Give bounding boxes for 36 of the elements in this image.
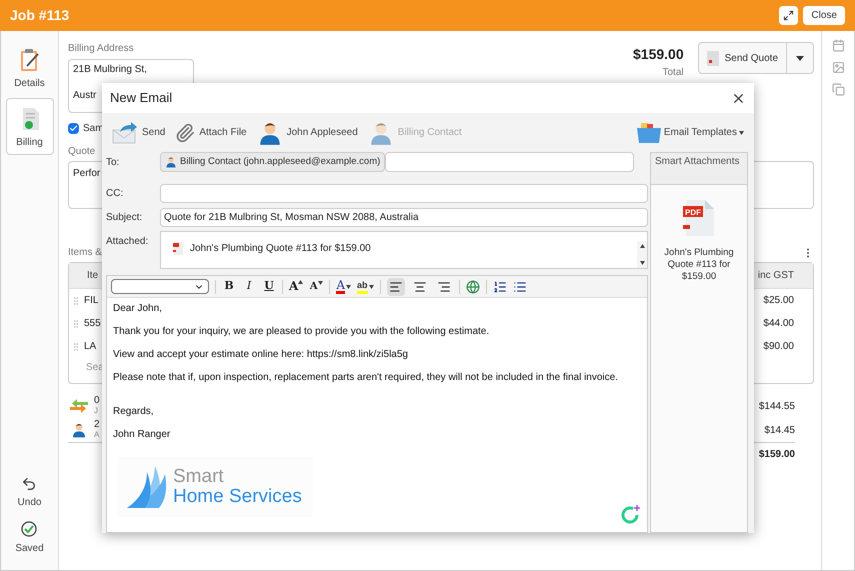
pdf-file-icon: PDF: [683, 199, 715, 237]
total-amount: $159.00: [633, 45, 684, 64]
total-caption: Total: [662, 66, 684, 80]
message-paragraph: Dear John,: [113, 302, 162, 316]
field-label: Quote: [68, 145, 96, 159]
field-label: To:: [106, 156, 120, 170]
summary-text: 2: [94, 420, 100, 430]
message-paragraph: Regards,: [113, 405, 154, 419]
summary-subtext: J: [94, 406, 99, 416]
panel-title: Smart Attachments: [651, 153, 747, 185]
total-value: $144.55: [758, 400, 795, 414]
summary-text: 0: [94, 396, 100, 406]
column-header: inc GST: [758, 269, 794, 283]
logo-text: Smart: [173, 467, 225, 487]
logo-text: Home Services: [173, 487, 302, 507]
summary-subtext: A: [94, 430, 100, 440]
table-cell-text: 555: [84, 317, 101, 331]
column-header: Ite: [87, 269, 98, 283]
table-cell-text: $25.00: [763, 294, 794, 308]
section-title: Items &: [68, 246, 102, 260]
total-value: $14.45: [764, 424, 795, 438]
field-label: Attached:: [106, 235, 150, 249]
message-paragraph: View and accept your estimate online here: https://sm8.link/zi5la5g: [113, 348, 408, 362]
table-cell-text: $90.00: [763, 340, 794, 354]
field-label: Subject:: [106, 210, 144, 224]
message-paragraph: Please note that if, upon inspection, replacement parts aren't required, they will not be included in the final invoice.: [113, 371, 618, 385]
field-label: Billing Address: [68, 42, 135, 56]
window-title: Job #113: [10, 6, 70, 25]
table-cell-text: LA: [84, 340, 96, 354]
message-paragraph: Thank you for your inquiry, we are pleased to provide you with the following estimate.: [113, 325, 490, 339]
field-label: CC:: [106, 186, 124, 200]
dialog-title: New Email: [110, 89, 172, 108]
total-value: $159.00: [758, 448, 795, 462]
message-paragraph: John Ranger: [113, 428, 170, 442]
table-cell-text: $44.00: [763, 317, 794, 331]
table-cell-text: FIL: [84, 294, 98, 308]
